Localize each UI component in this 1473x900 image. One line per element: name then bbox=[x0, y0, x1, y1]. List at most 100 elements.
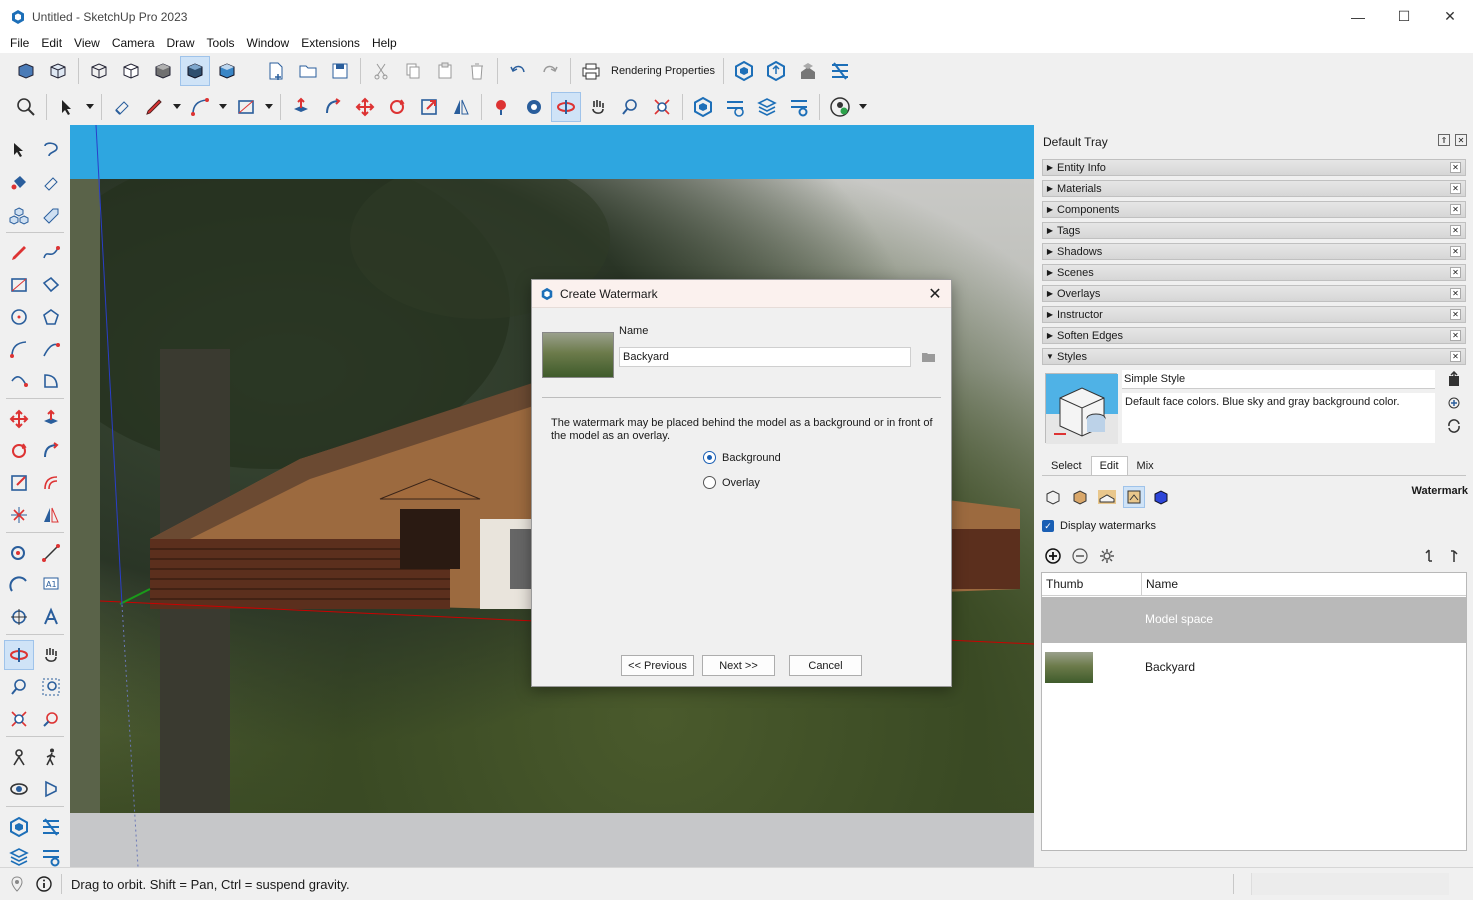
extension-warehouse-icon[interactable] bbox=[793, 56, 823, 86]
layout-icon[interactable] bbox=[825, 56, 855, 86]
line-tool-icon[interactable] bbox=[4, 238, 34, 268]
chevron-down-icon[interactable] bbox=[217, 92, 229, 122]
wireframe-button[interactable] bbox=[84, 56, 114, 86]
chevron-down-icon[interactable] bbox=[171, 92, 183, 122]
zoom-window-icon[interactable] bbox=[36, 672, 66, 702]
select-arrow-icon[interactable] bbox=[52, 92, 82, 122]
position-camera-tool-icon[interactable] bbox=[4, 742, 34, 772]
close-panel-icon[interactable]: ✕ bbox=[1450, 330, 1461, 341]
overlay-radio[interactable] bbox=[703, 476, 716, 489]
watermark-settings-icon[interactable] bbox=[1123, 486, 1145, 508]
paste-icon[interactable] bbox=[430, 56, 460, 86]
menu-help[interactable]: Help bbox=[366, 36, 403, 50]
tag-tool-icon[interactable] bbox=[36, 201, 66, 231]
maximize-button[interactable]: ☐ bbox=[1381, 0, 1427, 33]
circle-tool-icon[interactable] bbox=[4, 302, 34, 332]
menu-extensions[interactable]: Extensions bbox=[295, 36, 366, 50]
name-column-header[interactable]: Name bbox=[1146, 577, 1178, 591]
style-description[interactable]: Default face colors. Blue sky and gray b… bbox=[1122, 393, 1435, 443]
settings-gear-icon[interactable] bbox=[784, 92, 814, 122]
panel-scenes[interactable]: ▶ Scenes ✕ bbox=[1042, 264, 1466, 281]
panel-overlays[interactable]: ▶ Overlays ✕ bbox=[1042, 285, 1466, 302]
update-style-icon[interactable] bbox=[1444, 369, 1464, 389]
save-icon[interactable] bbox=[325, 56, 355, 86]
paint-bucket-icon[interactable] bbox=[4, 168, 34, 198]
flip-icon[interactable] bbox=[446, 92, 476, 122]
panel-shadows[interactable]: ▶ Shadows ✕ bbox=[1042, 243, 1466, 260]
zoom-icon[interactable] bbox=[615, 92, 645, 122]
thumb-column-header[interactable]: Thumb bbox=[1046, 577, 1083, 591]
close-panel-icon[interactable]: ✕ bbox=[1450, 162, 1461, 173]
next-button[interactable]: Next >> bbox=[702, 655, 775, 676]
erase-icon[interactable] bbox=[462, 56, 492, 86]
geolocation-icon[interactable] bbox=[9, 876, 25, 892]
flip-tool-icon[interactable] bbox=[4, 500, 34, 530]
new-file-icon[interactable] bbox=[261, 56, 291, 86]
polygon-tool-icon[interactable] bbox=[36, 302, 66, 332]
shaded-button[interactable] bbox=[148, 56, 178, 86]
edit-watermark-gear-icon[interactable] bbox=[1097, 547, 1117, 565]
refresh-icon[interactable] bbox=[1444, 416, 1464, 436]
layout-tool-icon[interactable] bbox=[36, 812, 66, 842]
remove-watermark-icon[interactable] bbox=[1070, 547, 1090, 565]
rotated-rectangle-icon[interactable] bbox=[36, 270, 66, 300]
mirror-tool-icon[interactable] bbox=[36, 500, 66, 530]
three-point-arc-icon[interactable] bbox=[4, 366, 34, 396]
xray-style-button[interactable] bbox=[11, 56, 41, 86]
close-tray-icon[interactable]: ✕ bbox=[1455, 134, 1467, 146]
open-folder-icon[interactable] bbox=[293, 56, 323, 86]
edge-settings-icon[interactable] bbox=[1042, 486, 1064, 508]
close-window-button[interactable]: ✕ bbox=[1427, 0, 1473, 33]
create-style-icon[interactable] bbox=[1444, 393, 1464, 413]
user-account-icon[interactable] bbox=[825, 92, 855, 122]
offset-tool-icon[interactable] bbox=[36, 468, 66, 498]
undo-icon[interactable] bbox=[503, 56, 533, 86]
move-watermark-up-icon[interactable] bbox=[1444, 547, 1464, 565]
position-camera-icon[interactable] bbox=[487, 92, 517, 122]
copy-icon[interactable] bbox=[398, 56, 428, 86]
move-icon[interactable] bbox=[350, 92, 380, 122]
monochrome-button[interactable] bbox=[212, 56, 242, 86]
warehouse-icon[interactable] bbox=[729, 56, 759, 86]
previous-view-icon[interactable] bbox=[36, 704, 66, 734]
zoom-extents-icon[interactable] bbox=[647, 92, 677, 122]
push-pull-tool-icon[interactable] bbox=[36, 404, 66, 434]
eraser-icon[interactable] bbox=[107, 92, 137, 122]
scale-tool-icon[interactable] bbox=[4, 468, 34, 498]
watermark-name-input[interactable]: Backyard bbox=[619, 347, 911, 367]
axes-tool-icon[interactable] bbox=[4, 602, 34, 632]
follow-me-icon[interactable] bbox=[318, 92, 348, 122]
tab-mix[interactable]: Mix bbox=[1128, 456, 1163, 476]
cancel-button[interactable]: Cancel bbox=[789, 655, 862, 676]
panel-materials[interactable]: ▶ Materials ✕ bbox=[1042, 180, 1466, 197]
add-watermark-icon[interactable] bbox=[1043, 547, 1063, 565]
panel-styles[interactable]: ▼ Styles ✕ bbox=[1042, 348, 1466, 365]
hidden-line-button[interactable] bbox=[116, 56, 146, 86]
menu-view[interactable]: View bbox=[68, 36, 106, 50]
background-option[interactable]: Background bbox=[703, 451, 781, 464]
panel-entity-info[interactable]: ▶ Entity Info ✕ bbox=[1042, 159, 1466, 176]
menu-camera[interactable]: Camera bbox=[106, 36, 161, 50]
orbit-tool-icon[interactable] bbox=[4, 640, 34, 670]
search-icon[interactable] bbox=[11, 92, 41, 122]
walk-tool-icon[interactable] bbox=[36, 742, 66, 772]
overlay-option[interactable]: Overlay bbox=[703, 476, 760, 489]
move-tool-icon[interactable] bbox=[4, 404, 34, 434]
component-icon[interactable] bbox=[4, 201, 34, 231]
menu-tools[interactable]: Tools bbox=[201, 36, 241, 50]
follow-me-tool-icon[interactable] bbox=[36, 436, 66, 466]
background-radio[interactable] bbox=[703, 451, 716, 464]
rotate-icon[interactable] bbox=[382, 92, 412, 122]
list-item-model-space[interactable]: Model space bbox=[1042, 597, 1466, 643]
push-pull-icon[interactable] bbox=[286, 92, 316, 122]
section-plane-icon[interactable] bbox=[36, 774, 66, 804]
browse-folder-icon[interactable] bbox=[918, 347, 940, 367]
look-around-icon[interactable] bbox=[519, 92, 549, 122]
rectangle-icon[interactable] bbox=[231, 92, 261, 122]
pan-hand-icon[interactable] bbox=[583, 92, 613, 122]
menu-window[interactable]: Window bbox=[241, 36, 296, 50]
menu-draw[interactable]: Draw bbox=[161, 36, 201, 50]
print-icon[interactable] bbox=[576, 56, 606, 86]
select-tool-icon[interactable] bbox=[4, 135, 34, 165]
pencil-icon[interactable] bbox=[139, 92, 169, 122]
